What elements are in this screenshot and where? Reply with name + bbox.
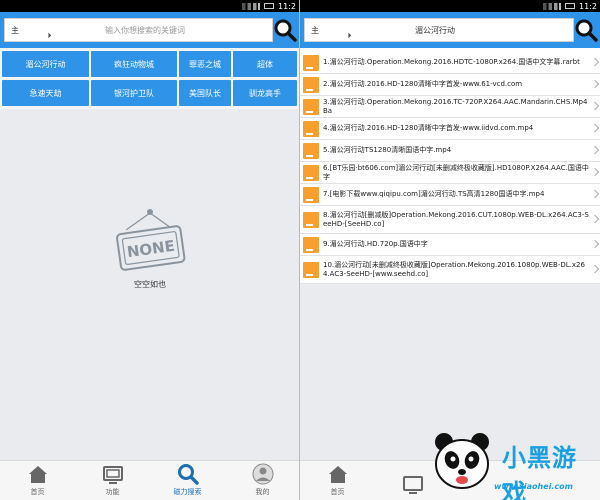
watermark-logo: 小黑游戏 www.xiaohei.com <box>428 428 598 500</box>
home-icon <box>328 466 347 483</box>
search-icon <box>177 464 199 485</box>
search-scope-select[interactable]: 主 <box>305 19 395 41</box>
file-icon <box>303 211 319 228</box>
chevron-right-icon <box>590 57 600 66</box>
result-row[interactable]: 7.[电影下载www.qiqipu.com]湄公河行动.TS高清1280国语中字… <box>300 184 600 206</box>
left-screen: 11:2 主 输入你想搜索的关键词 湄公河行动 疯狂动物城 罪恶之城 超体 急速… <box>0 0 300 500</box>
right-screen: 11:2 主 湄公河行动 1.湄公河行动.Operation.Mekong.20… <box>300 0 600 500</box>
user-icon <box>252 463 273 485</box>
hot-tag[interactable]: 急速天劫 <box>2 80 89 106</box>
chevron-right-icon <box>590 189 600 198</box>
file-icon <box>303 186 319 203</box>
search-scope-select[interactable]: 主 <box>5 19 95 41</box>
file-icon <box>303 98 319 115</box>
search-icon <box>274 19 297 42</box>
tab-magnet-search[interactable]: 磁力搜索 <box>150 461 225 500</box>
search-box: 主 输入你想搜索的关键词 <box>4 18 273 42</box>
home-icon <box>28 466 47 483</box>
tab-home[interactable]: 首页 <box>300 461 375 500</box>
chevron-right-icon <box>590 79 600 88</box>
tab-function[interactable]: 功能 <box>75 461 150 500</box>
file-icon <box>303 236 319 253</box>
empty-text: 空空如也 <box>134 280 166 289</box>
result-row[interactable]: 10.湄公河行动[未删减终极收藏版]Operation.Mekong.2016.… <box>300 256 600 284</box>
file-icon <box>303 142 319 159</box>
empty-state-illustration: NONE <box>110 208 192 288</box>
result-row[interactable]: 2.湄公河行动.2016.HD-1280清晰中字首发-www.61-vcd.co… <box>300 74 600 96</box>
result-row[interactable]: 4.湄公河行动.2016.HD-1280清晰中字首发-www.iidvd.com… <box>300 118 600 140</box>
battery-icon <box>264 3 275 9</box>
file-icon <box>303 120 319 137</box>
tab-mine[interactable]: 我的 <box>225 461 299 500</box>
file-icon <box>303 76 319 93</box>
hot-tag[interactable]: 美国队长 <box>179 80 231 106</box>
hot-tag[interactable]: 驯龙高手 <box>233 80 297 106</box>
chevron-right-icon <box>590 145 600 154</box>
search-button[interactable] <box>273 18 297 42</box>
search-button[interactable] <box>574 18 598 42</box>
status-time: 11:2 <box>579 1 597 11</box>
result-list: 1.湄公河行动.Operation.Mekong.2016.HDTC-1080P… <box>300 48 600 284</box>
tv-icon <box>102 466 123 484</box>
battery-icon <box>565 3 576 9</box>
chevron-right-icon <box>590 123 600 132</box>
status-time: 11:2 <box>278 1 296 11</box>
search-input[interactable]: 输入你想搜索的关键词 <box>95 25 272 36</box>
search-header: 主 输入你想搜索的关键词 <box>0 12 299 48</box>
result-row[interactable]: 6.[BT乐园·bt606.com]湄公河行动[未删减终极收藏版].HD1080… <box>300 162 600 184</box>
signal-icon <box>543 2 562 10</box>
result-row[interactable]: 1.湄公河行动.Operation.Mekong.2016.HDTC-1080P… <box>300 52 600 74</box>
bottom-tab-bar: 首页 功能 磁力搜索 我的 <box>0 460 299 500</box>
result-row[interactable]: 8.湄公河行动[删减版]Operation.Mekong.2016.CUT.10… <box>300 206 600 234</box>
none-sign-icon: NONE <box>116 209 186 271</box>
result-row[interactable]: 9.湄公河行动.HD.720p.国语中字 <box>300 234 600 256</box>
hot-tag[interactable]: 湄公河行动 <box>2 51 89 77</box>
search-icon <box>575 19 598 42</box>
hot-tag[interactable]: 罪恶之城 <box>179 51 231 77</box>
signal-icon <box>242 2 261 10</box>
file-icon <box>303 54 319 71</box>
hot-tags: 湄公河行动 疯狂动物城 罪恶之城 超体 急速天劫 银河护卫队 美国队长 驯龙高手 <box>0 48 299 109</box>
hot-tag[interactable]: 疯狂动物城 <box>91 51 177 77</box>
watermark-url: www.xiaohei.com <box>494 482 573 491</box>
search-input[interactable]: 湄公河行动 <box>395 25 573 36</box>
tv-icon <box>402 476 423 494</box>
hot-tag[interactable]: 超体 <box>233 51 297 77</box>
panda-mascot-icon <box>435 433 489 489</box>
file-icon <box>303 261 319 278</box>
tab-home[interactable]: 首页 <box>0 461 75 500</box>
status-bar: 11:2 <box>0 0 299 12</box>
result-row[interactable]: 5.湄公河行动TS1280清晰国语中字.mp4 <box>300 140 600 162</box>
result-row[interactable]: 3.湄公河行动.Operation.Mekong.2016.TC-720P.X2… <box>300 96 600 118</box>
search-header: 主 湄公河行动 <box>300 12 600 48</box>
status-bar: 11:2 <box>300 0 600 12</box>
chevron-right-icon <box>590 239 600 248</box>
file-icon <box>303 164 319 181</box>
search-box: 主 湄公河行动 <box>304 18 574 42</box>
hot-tag[interactable]: 银河护卫队 <box>91 80 177 106</box>
